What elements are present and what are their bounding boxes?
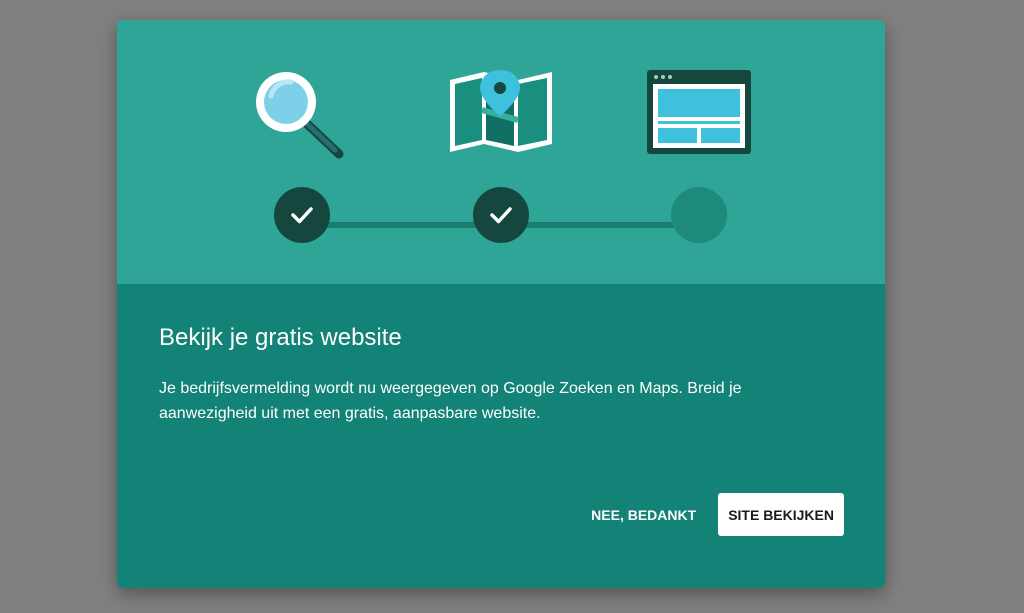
- dialog-hero: [117, 20, 885, 284]
- dialog-title: Bekijk je gratis website: [159, 324, 402, 351]
- dialog-description: Je bedrijfsvermelding wordt nu weergegev…: [159, 380, 742, 422]
- checkmark-icon: [490, 207, 512, 224]
- dialog-body: Bekijk je gratis website Je bedrijfsverm…: [117, 284, 885, 588]
- stepper-connector: [501, 222, 699, 228]
- step-pending: [671, 187, 727, 243]
- dialog-actions: NEE, BEDANKT SITE BEKIJKEN: [591, 493, 844, 536]
- free-website-dialog: Bekijk je gratis website Je bedrijfsverm…: [117, 20, 885, 588]
- decline-button[interactable]: NEE, BEDANKT: [591, 499, 696, 531]
- view-site-button[interactable]: SITE BEKIJKEN: [718, 493, 844, 536]
- progress-stepper: [117, 20, 885, 284]
- step-complete: [274, 187, 330, 243]
- stepper-connector: [302, 222, 502, 228]
- checkmark-icon: [291, 207, 313, 224]
- step-complete: [473, 187, 529, 243]
